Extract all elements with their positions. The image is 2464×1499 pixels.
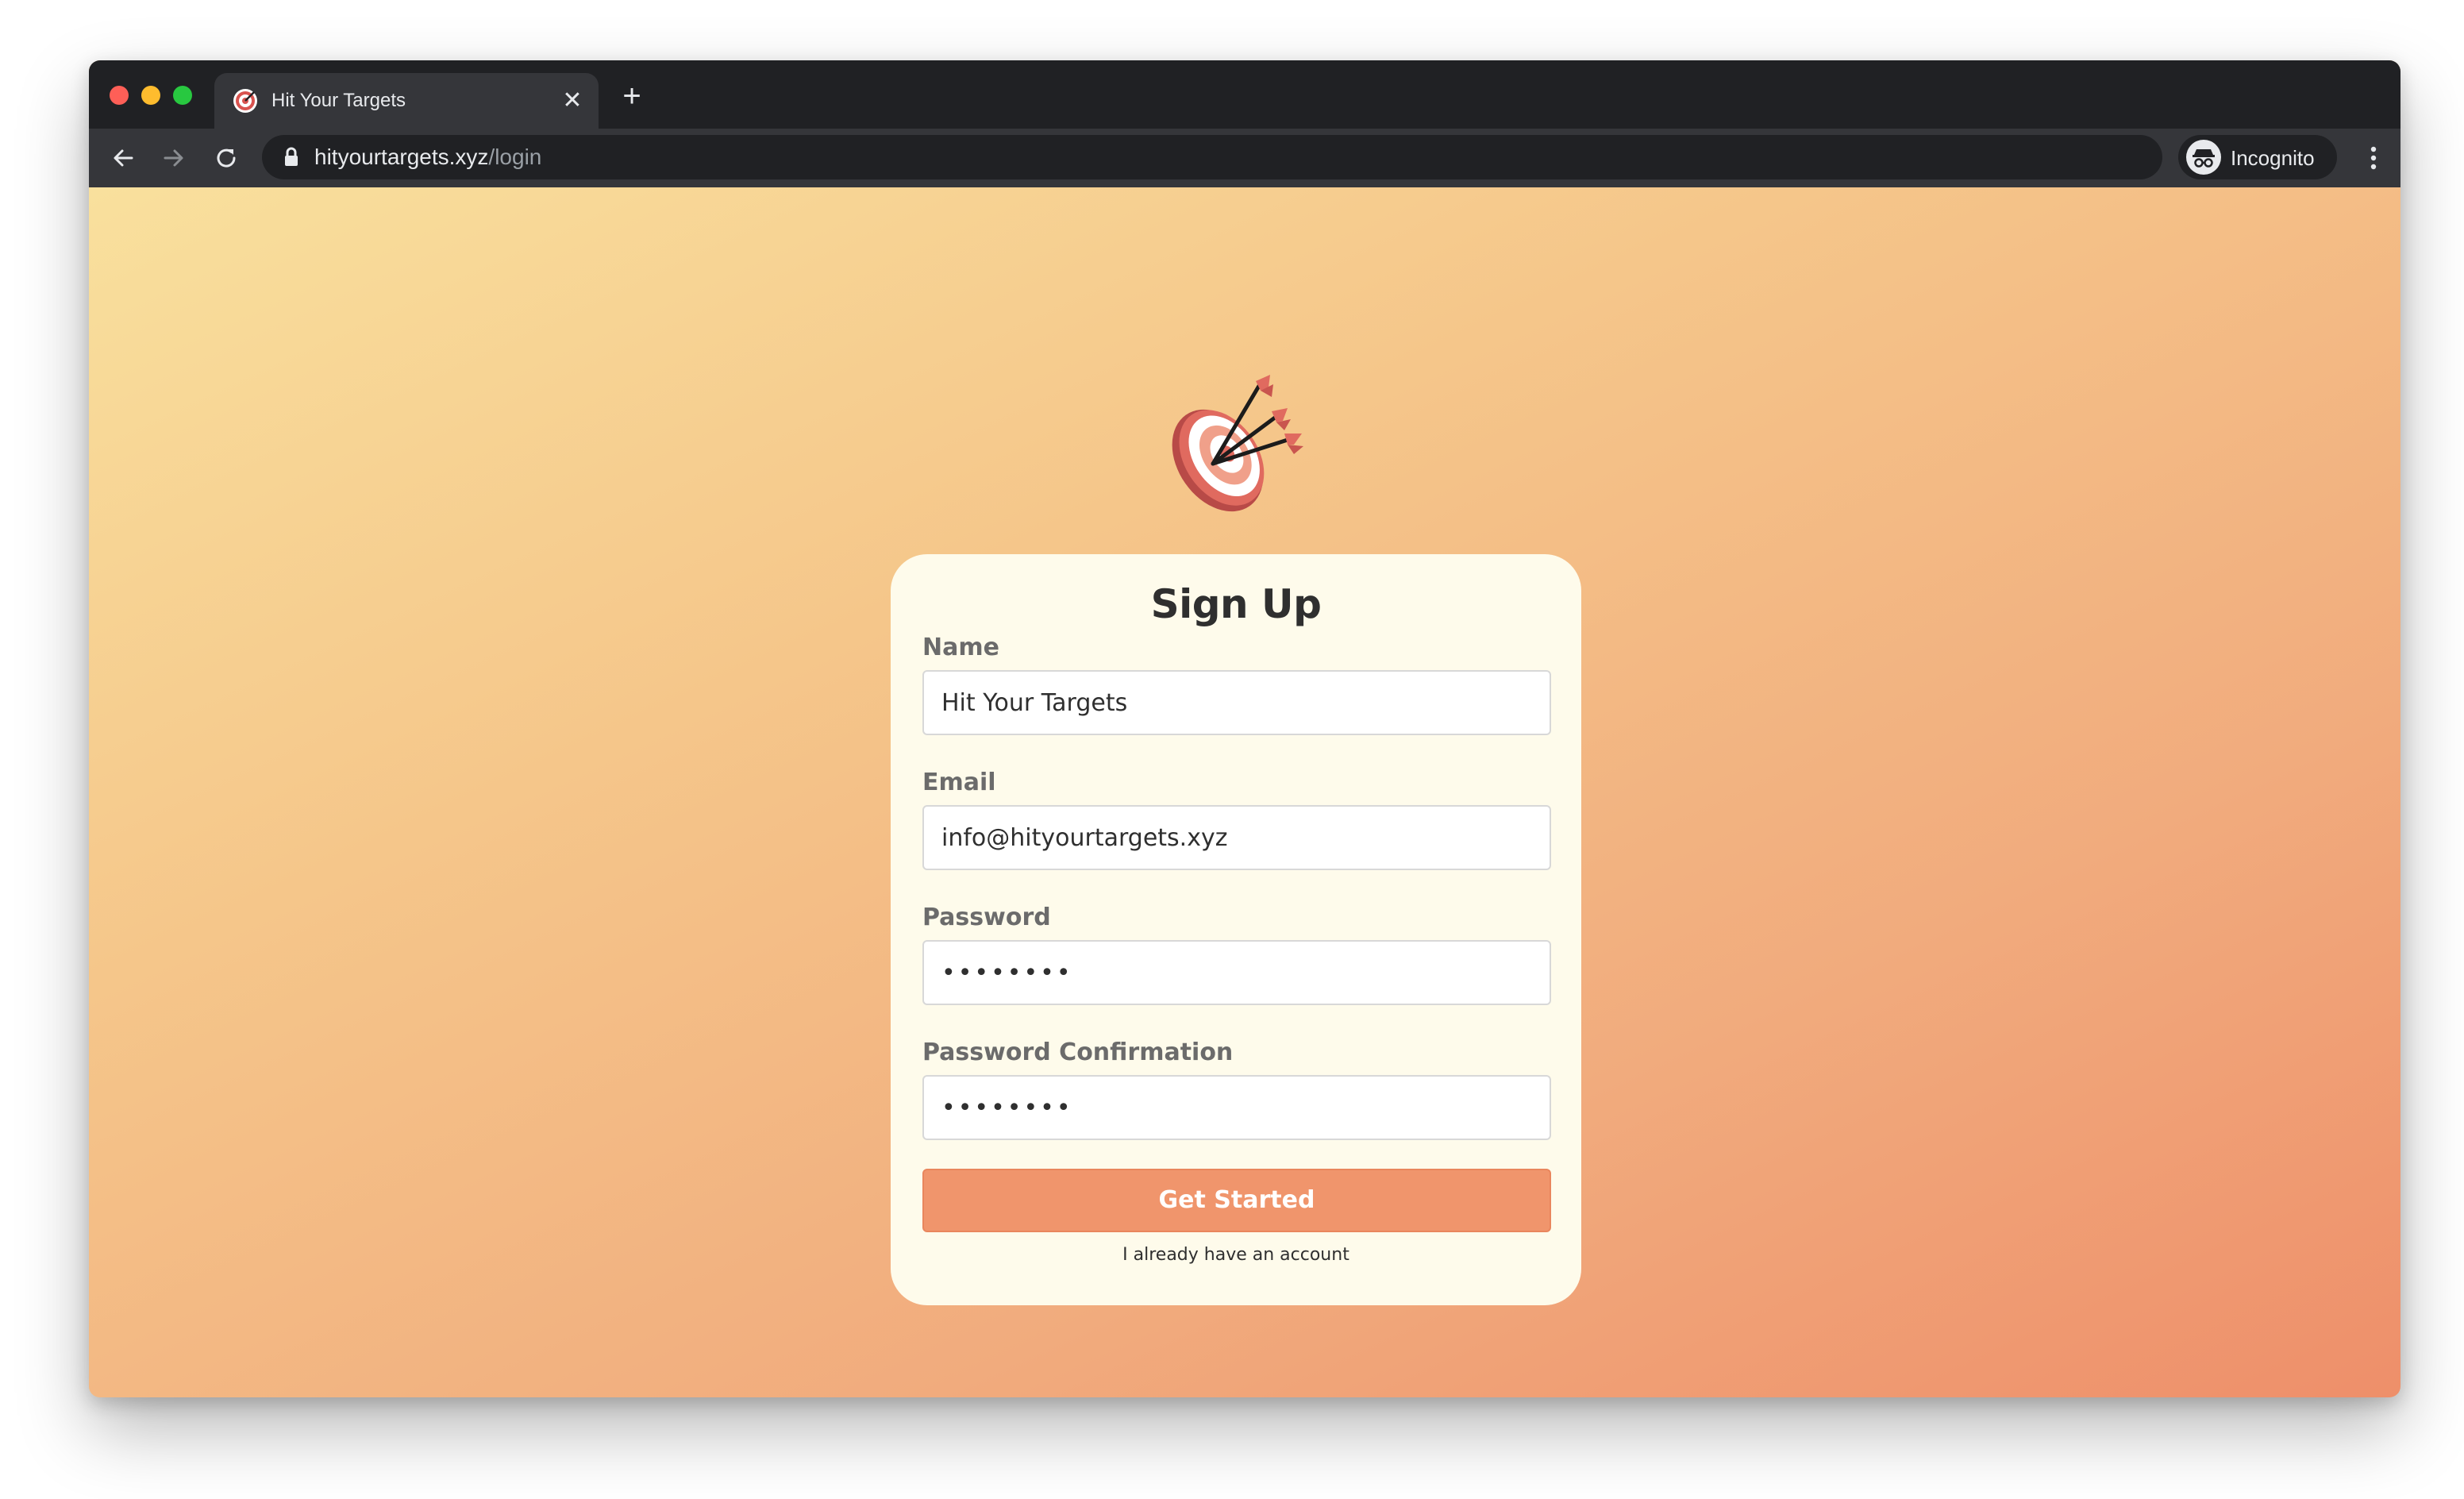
- reload-icon[interactable]: [208, 140, 244, 176]
- incognito-icon: [2186, 140, 2221, 175]
- email-label: Email: [922, 769, 996, 796]
- browser-window: Hit Your Targets ✕ + hityourtargets.xyz/…: [89, 60, 2400, 1397]
- get-started-button[interactable]: Get Started: [922, 1169, 1551, 1232]
- name-label: Name: [922, 634, 999, 661]
- back-arrow-icon[interactable]: [105, 140, 141, 176]
- url-text[interactable]: hityourtargets.xyz/login: [314, 145, 541, 169]
- lock-icon[interactable]: [283, 147, 300, 168]
- address-bar[interactable]: hityourtargets.xyz/login: [262, 135, 2315, 179]
- forward-arrow-icon[interactable]: [156, 140, 192, 176]
- new-tab-button[interactable]: +: [616, 80, 648, 113]
- target-with-arrows-icon: [1172, 375, 1303, 512]
- browser-toolbar: hityourtargets.xyz/login Incognito: [89, 129, 2400, 187]
- incognito-profile-button[interactable]: Incognito: [2178, 135, 2337, 179]
- signup-title: Sign Up: [1150, 581, 1322, 627]
- page-viewport: Sign Up Name Email Password Password Con…: [89, 187, 2400, 1397]
- profile-label: Incognito: [2231, 146, 2315, 170]
- url-path: /login: [488, 145, 542, 169]
- name-input[interactable]: [922, 670, 1551, 735]
- maximize-window-button[interactable]: [173, 86, 192, 105]
- tab-strip: Hit Your Targets ✕ +: [89, 60, 2400, 129]
- close-tab-icon[interactable]: ✕: [560, 89, 584, 113]
- tab-title: Hit Your Targets: [271, 90, 406, 111]
- password-input[interactable]: [922, 940, 1551, 1005]
- email-input[interactable]: [922, 805, 1551, 870]
- login-link[interactable]: I already have an account: [891, 1245, 1581, 1265]
- password-confirmation-input[interactable]: [922, 1075, 1551, 1140]
- signup-card: Sign Up Name Email Password Password Con…: [891, 554, 1581, 1305]
- password-confirmation-label: Password Confirmation: [922, 1039, 1234, 1066]
- url-host: hityourtargets.xyz: [314, 145, 489, 169]
- close-window-button[interactable]: [110, 86, 129, 105]
- browser-tab[interactable]: Hit Your Targets ✕: [214, 73, 599, 129]
- password-label: Password: [922, 904, 1051, 931]
- menu-icon[interactable]: [2358, 140, 2389, 176]
- minimize-window-button[interactable]: [141, 86, 160, 105]
- target-favicon-icon: [233, 89, 257, 113]
